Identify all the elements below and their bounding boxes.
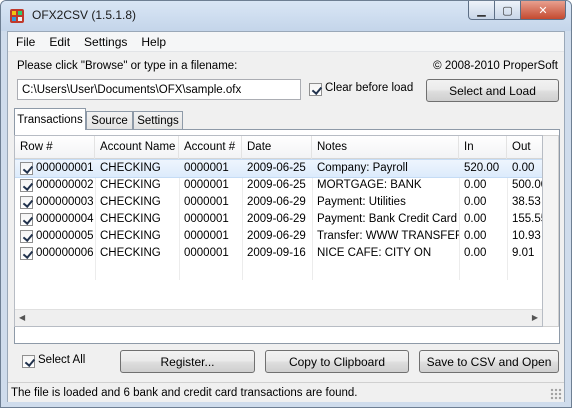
cell-out: 0.00 [512,162,535,174]
column-header-date[interactable]: Date [242,136,312,159]
column-header-notes[interactable]: Notes [312,136,459,159]
close-icon: ✕ [538,3,548,17]
close-button[interactable]: ✕ [521,1,566,20]
cell-date: 2009-06-29 [247,196,306,208]
table-row[interactable]: 000000004 CHECKING 0000001 2009-06-29 Pa… [15,211,542,228]
cell-in: 0.00 [464,230,487,242]
cell-date: 2009-06-25 [247,162,306,174]
minimize-icon: ▁ [477,3,486,17]
transactions-grid: Row # Account Name Account # Date Notes … [14,135,543,327]
cell-row-number: 000000003 [36,196,94,208]
horizontal-scrollbar[interactable]: ◀ ▶ [15,309,542,326]
app-window: OFX2CSV (1.5.1.8) ▁ ▢ ✕ File Edit Settin… [0,0,572,408]
table-row[interactable]: 000000003 CHECKING 0000001 2009-06-29 Pa… [15,194,542,211]
cell-row-number: 000000001 [36,162,94,174]
cell-row-number: 000000005 [36,230,94,242]
cell-account-name: CHECKING [100,230,161,242]
column-header-row[interactable]: Row # [15,136,95,159]
menu-file[interactable]: File [8,32,42,52]
cell-notes: Transfer: WWW TRANSFER [317,230,459,242]
menu-bar: File Edit Settings Help [8,32,564,52]
menu-settings[interactable]: Settings [77,32,134,52]
scroll-left-icon[interactable]: ◀ [19,313,25,322]
cell-date: 2009-06-25 [247,179,306,191]
tab-source[interactable]: Source [86,111,133,129]
grid-header: Row # Account Name Account # Date Notes … [15,136,542,159]
cell-account-number: 0000001 [184,179,229,191]
title-bar[interactable]: OFX2CSV (1.5.1.8) ▁ ▢ ✕ [1,1,571,31]
window-controls: ▁ ▢ ✕ [468,1,566,21]
cell-account-name: CHECKING [100,213,161,225]
cell-row-number: 000000002 [36,179,94,191]
table-row[interactable]: 000000002 CHECKING 0000001 2009-06-25 MO… [15,177,542,194]
cell-date: 2009-06-29 [247,230,306,242]
cell-notes: Payment: Bank Credit Card [317,213,457,225]
table-row[interactable]: 000000006 CHECKING 0000001 2009-09-16 NI… [15,245,542,262]
cell-in: 0.00 [464,247,487,259]
save-to-csv-button[interactable]: Save to CSV and Open [419,350,559,373]
table-row[interactable]: 000000005 CHECKING 0000001 2009-06-29 Tr… [15,228,542,245]
tab-transactions[interactable]: Transactions [14,108,86,130]
cell-account-name: CHECKING [100,162,161,174]
cell-notes: NICE CAFE: CITY ON [317,247,432,259]
cell-date: 2009-09-16 [247,247,306,259]
cell-out: 9.01 [512,247,535,259]
tab-settings[interactable]: Settings [133,111,183,129]
select-all-label[interactable]: Select All [38,354,85,366]
file-path-value: C:\Users\User\Documents\OFX\sample.ofx [22,83,242,96]
cell-account-name: CHECKING [100,247,161,259]
column-header-in[interactable]: In [459,136,507,159]
cell-date: 2009-06-29 [247,213,306,225]
cell-out: 155.55 [512,213,542,225]
status-text: The file is loaded and 6 bank and credit… [11,387,358,399]
cell-in: 0.00 [464,179,487,191]
column-header-account-number[interactable]: Account # [179,136,242,159]
clear-before-load-checkbox[interactable] [309,83,322,96]
cell-in: 0.00 [464,196,487,208]
maximize-icon: ▢ [502,3,513,17]
minimize-button[interactable]: ▁ [468,1,495,20]
cell-account-number: 0000001 [184,230,229,242]
window-title: OFX2CSV (1.5.1.8) [32,8,137,22]
status-bar: The file is loaded and 6 bank and credit… [8,382,564,402]
cell-out: 10.93 [512,230,541,242]
client-area: File Edit Settings Help Please click "Br… [7,31,565,402]
table-row[interactable]: 000000001 CHECKING 0000001 2009-06-25 Co… [15,159,542,178]
maximize-button[interactable]: ▢ [495,1,521,20]
cell-account-number: 0000001 [184,213,229,225]
copyright-text: © 2008-2010 ProperSoft [433,60,558,72]
cell-out: 38.53 [512,196,541,208]
file-path-input[interactable]: C:\Users\User\Documents\OFX\sample.ofx [17,79,301,100]
cell-account-number: 0000001 [184,162,229,174]
cell-row-number: 000000004 [36,213,94,225]
menu-help[interactable]: Help [134,32,173,52]
register-button[interactable]: Register... [120,350,255,373]
cell-account-name: CHECKING [100,179,161,191]
grid-side-area [543,135,559,327]
resize-grip-icon[interactable] [550,388,562,400]
cell-account-name: CHECKING [100,196,161,208]
cell-notes: MORTGAGE: BANK [317,179,422,191]
column-header-out[interactable]: Out [507,136,542,159]
select-all-checkbox[interactable] [22,355,35,368]
select-and-load-button[interactable]: Select and Load [426,79,559,102]
ofx2csv-app-icon [10,9,24,23]
menu-edit[interactable]: Edit [42,32,77,52]
cell-account-number: 0000001 [184,196,229,208]
cell-account-number: 0000001 [184,247,229,259]
cell-notes: Company: Payroll [317,162,408,174]
filename-prompt: Please click "Browse" or type in a filen… [17,60,238,72]
cell-in: 0.00 [464,213,487,225]
cell-out: 500.00 [512,179,542,191]
column-header-account-name[interactable]: Account Name [95,136,179,159]
cell-notes: Payment: Utilities [317,196,406,208]
cell-row-number: 000000006 [36,247,94,259]
cell-in: 520.00 [464,162,500,174]
clear-before-load-label[interactable]: Clear before load [325,82,413,94]
scroll-right-icon[interactable]: ▶ [532,313,538,322]
copy-to-clipboard-button[interactable]: Copy to Clipboard [265,350,409,373]
